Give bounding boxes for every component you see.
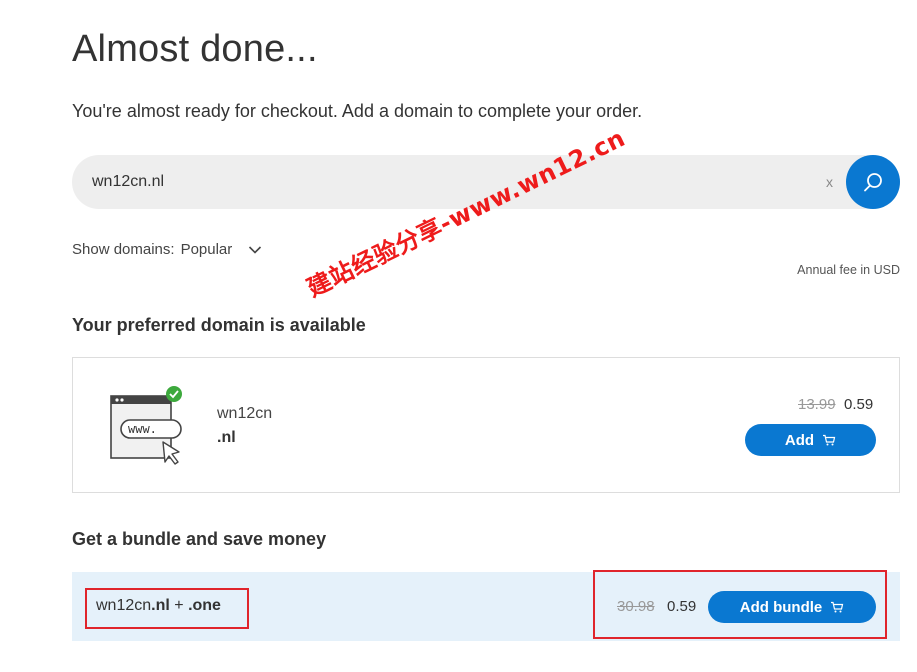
old-price: 13.99 (798, 396, 836, 413)
preferred-domain-heading: Your preferred domain is available (72, 315, 366, 335)
search-icon (864, 173, 882, 192)
chevron-down-icon (249, 245, 262, 254)
show-domains-dropdown[interactable]: Show domains: Popular (72, 241, 262, 258)
domain-search-input[interactable] (92, 155, 792, 209)
show-domains-value: Popular (180, 241, 233, 258)
show-domains-label: Show domains: (72, 241, 175, 258)
watermark-text: 建站经验分享-www.wn12.cn (302, 123, 630, 303)
preferred-domain-card: www. wn12cn .nl 13.99 0.59 Add (72, 357, 900, 493)
domain-name: wn12cn (217, 405, 273, 422)
add-button-label: Add (784, 431, 815, 449)
annual-fee-note: Annual fee in USD (797, 263, 900, 277)
annotation-box-bundle-name (85, 588, 249, 629)
current-price: 0.59 (844, 396, 874, 413)
annotation-box-bundle-price (593, 570, 887, 639)
bundle-heading: Get a bundle and save money (72, 529, 327, 549)
add-domain-button[interactable]: Add (745, 424, 876, 456)
browser-www-icon: www. (110, 386, 182, 465)
domain-tld: .nl (217, 429, 236, 446)
page-subtitle: You're almost ready for checkout. Add a … (72, 101, 643, 121)
clear-search-button[interactable]: x (826, 174, 833, 190)
www-text: www. (128, 422, 157, 436)
page-title: Almost done... (72, 28, 318, 70)
search-button[interactable] (846, 155, 900, 209)
cart-icon (823, 434, 836, 446)
